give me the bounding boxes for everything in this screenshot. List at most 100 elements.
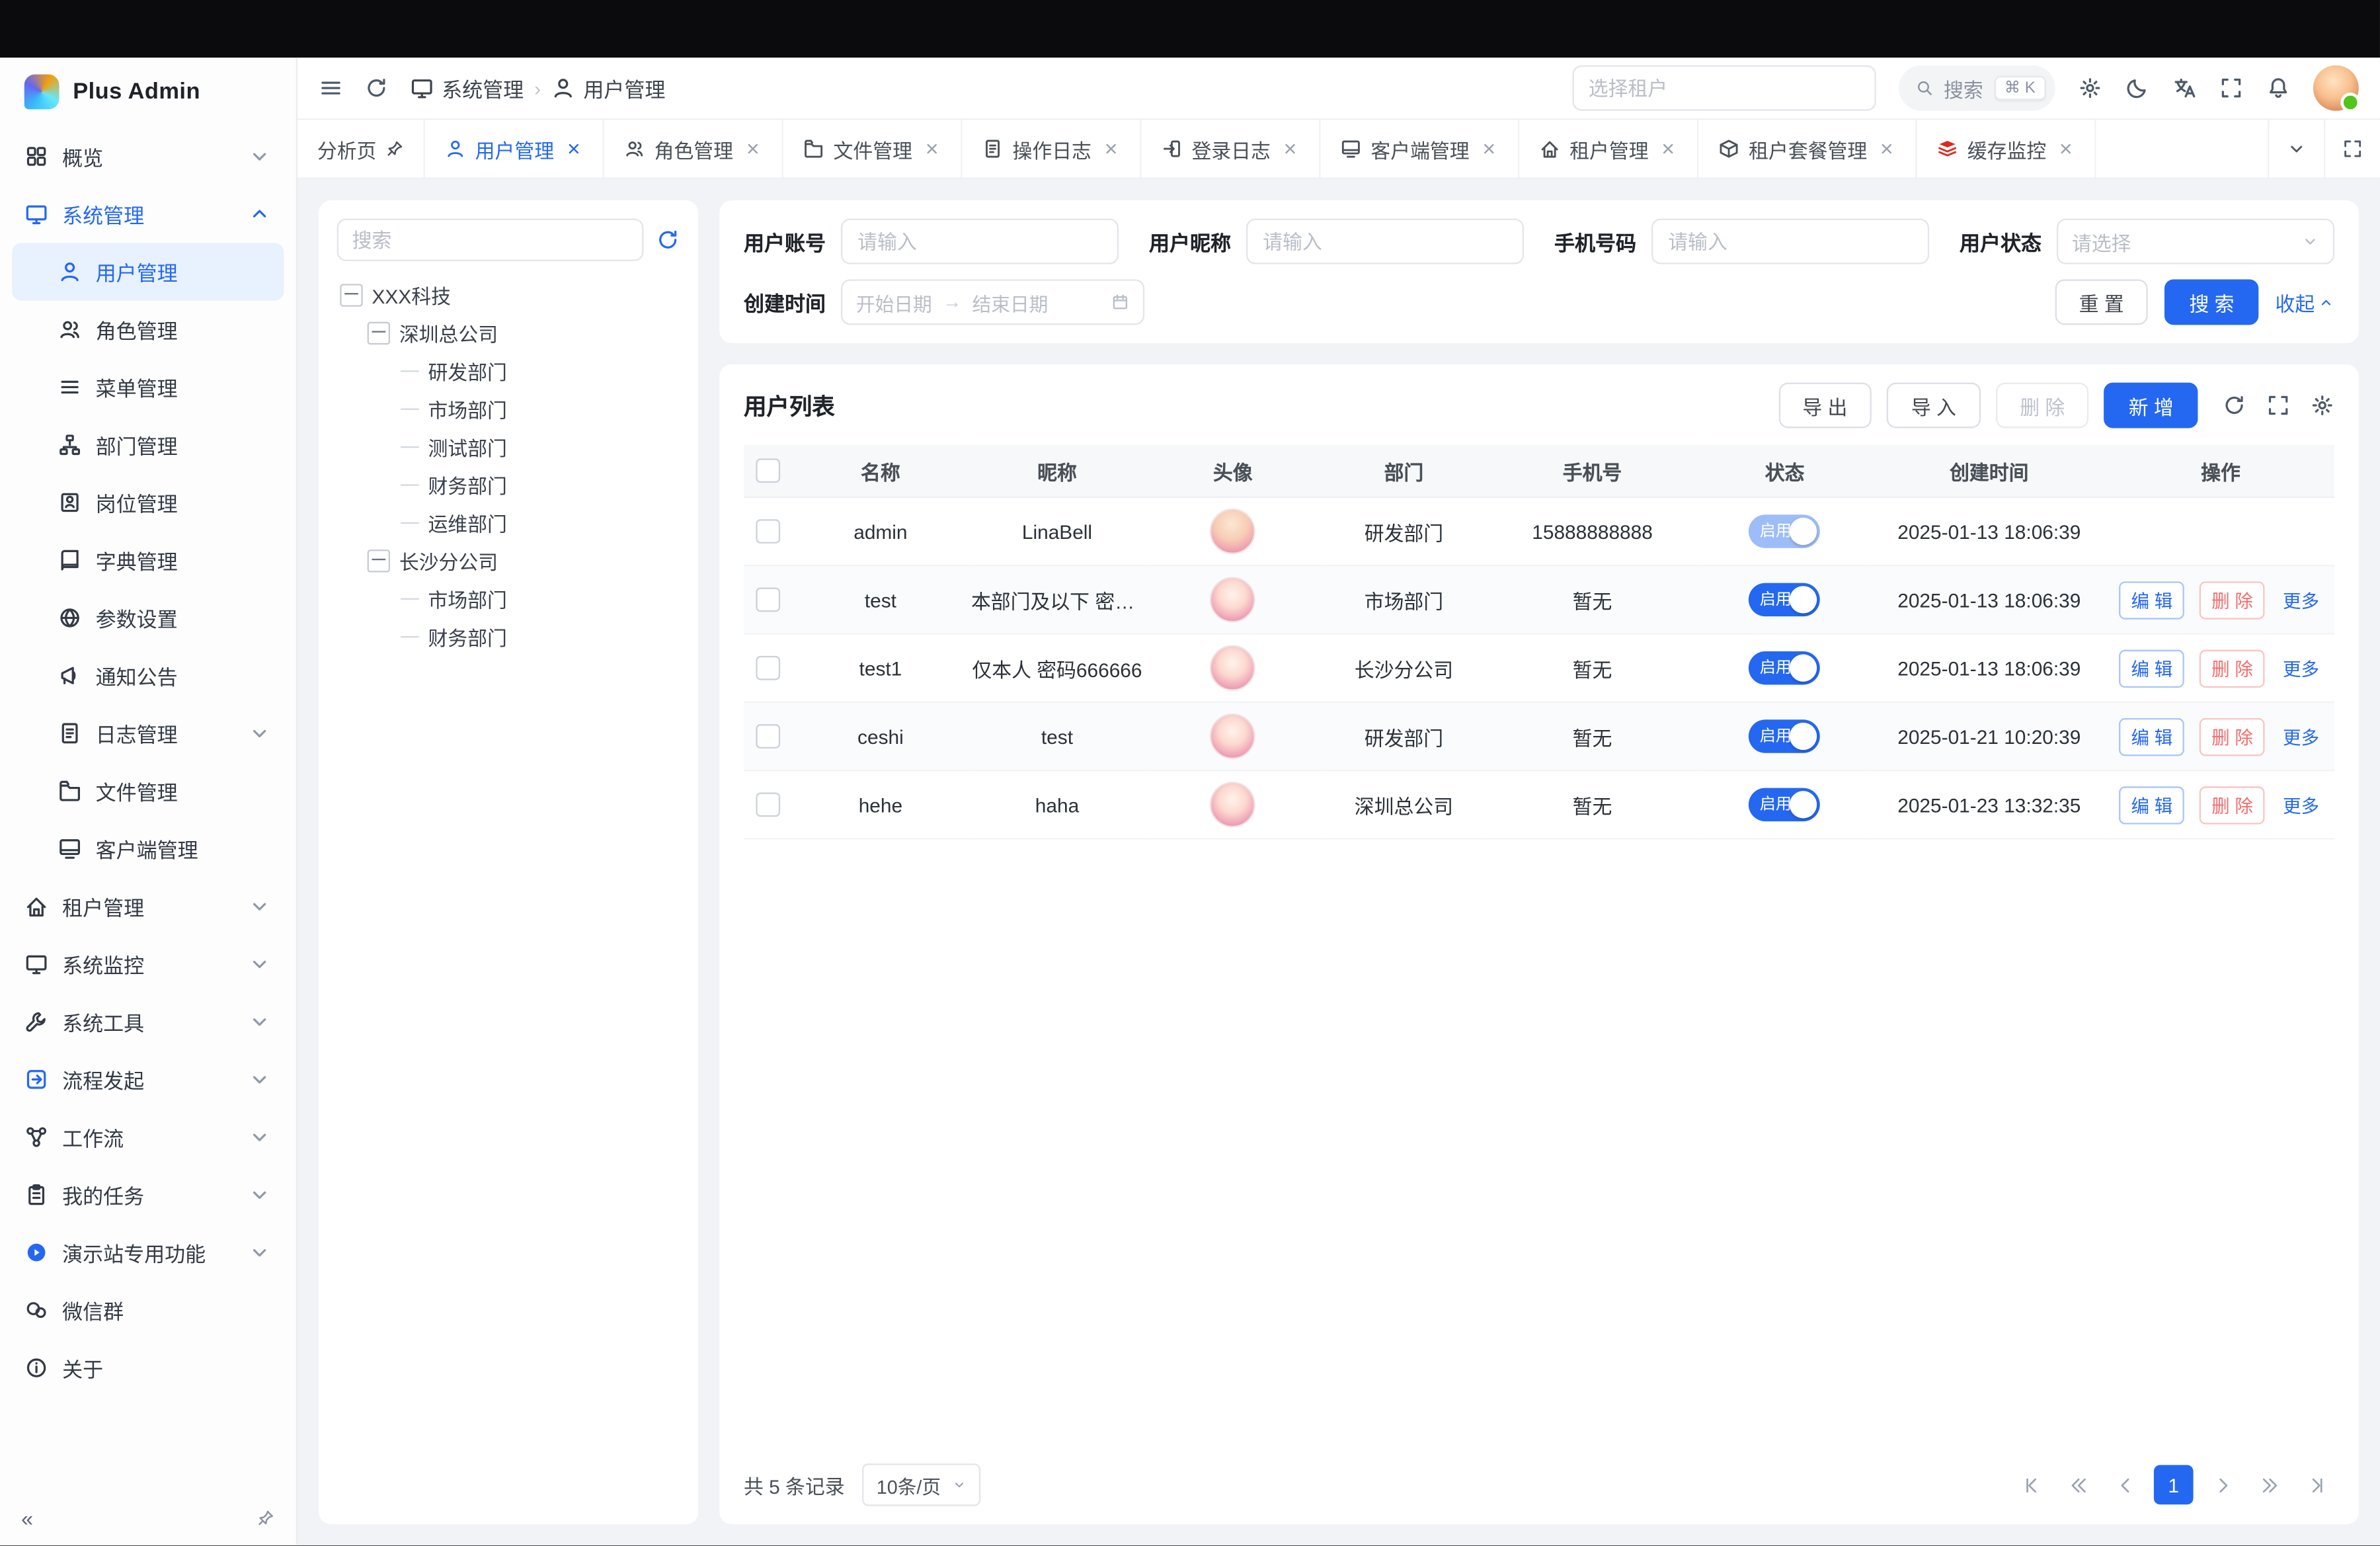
jump-forward-button[interactable] — [2251, 1467, 2287, 1503]
page-size-select[interactable]: 10条/页 — [863, 1463, 980, 1506]
close-tab-icon[interactable] — [744, 140, 762, 158]
next-page-button[interactable] — [2204, 1467, 2241, 1503]
date-range-picker[interactable]: 开始日期 → 结束日期 — [841, 279, 1144, 325]
table-row[interactable]: ceshi test 研发部门 暂无 启用 2025-01-21 10:20:3… — [744, 702, 2334, 770]
close-tab-icon[interactable] — [923, 140, 941, 158]
breadcrumb-item[interactable]: 系统管理 — [410, 73, 524, 103]
close-tab-icon[interactable] — [1659, 140, 1678, 158]
collapse-filters-link[interactable]: 收起 — [2276, 288, 2335, 317]
edit-button[interactable]: 编 辑 — [2119, 581, 2185, 618]
tab-file[interactable]: 文件管理 — [783, 120, 963, 177]
tab-cache[interactable]: 缓存监控 — [1917, 120, 2096, 177]
tree-node[interactable]: 运维部门 — [337, 504, 680, 542]
more-button[interactable]: 更多 — [2280, 787, 2322, 822]
settings-icon[interactable] — [2078, 76, 2102, 101]
fullscreen-icon[interactable] — [2219, 76, 2244, 101]
global-search-button[interactable]: 搜索 ⌘ K — [1898, 65, 2055, 111]
phone-input[interactable] — [1651, 219, 1929, 264]
tree-collapse-icon[interactable] — [368, 322, 390, 345]
sidebar-item-file[interactable]: 文件管理 — [12, 762, 284, 820]
sidebar-item-overview[interactable]: 概览 — [12, 128, 284, 185]
app-logo[interactable]: Plus Admin — [0, 58, 296, 124]
nickname-input[interactable] — [1246, 219, 1524, 264]
hamburger-icon[interactable] — [319, 76, 343, 101]
sidebar-item-param[interactable]: 参数设置 — [12, 589, 284, 647]
add-user-button[interactable]: 新 增 — [2104, 383, 2198, 428]
tab-tenant[interactable]: 租户管理 — [1519, 120, 1698, 177]
account-input[interactable] — [841, 219, 1119, 264]
table-row[interactable]: admin LinaBell 研发部门 15888888888 启用 2025-… — [744, 497, 2334, 565]
column-settings-icon[interactable] — [2310, 393, 2334, 418]
more-button[interactable]: 更多 — [2280, 582, 2322, 617]
current-page-button[interactable]: 1 — [2154, 1465, 2194, 1505]
sidebar-item-system[interactable]: 系统管理 — [12, 185, 284, 243]
status-toggle[interactable]: 启用 — [1749, 651, 1821, 685]
status-select[interactable]: 请选择 — [2057, 219, 2334, 264]
sidebar-item-role[interactable]: 角色管理 — [12, 301, 284, 358]
import-button[interactable]: 导 入 — [1887, 383, 1980, 428]
breadcrumb-item[interactable]: 用户管理 — [551, 73, 665, 103]
content-fullscreen-button[interactable] — [2324, 120, 2380, 177]
tree-refresh-icon[interactable] — [656, 227, 680, 252]
prev-page-button[interactable] — [2107, 1467, 2143, 1503]
tree-collapse-icon[interactable] — [340, 284, 362, 306]
pin-sidebar-icon[interactable] — [257, 1509, 275, 1527]
delete-button[interactable]: 删 除 — [2200, 649, 2266, 686]
tree-node[interactable]: 深圳总公司 — [337, 314, 680, 352]
tab-user[interactable]: 用户管理 — [425, 120, 604, 177]
more-button[interactable]: 更多 — [2280, 651, 2322, 686]
row-checkbox[interactable] — [756, 588, 780, 612]
tree-node[interactable]: 市场部门 — [337, 580, 680, 618]
close-tab-icon[interactable] — [1281, 140, 1300, 158]
status-toggle[interactable]: 启用 — [1749, 719, 1821, 753]
tab-analysis[interactable]: 分析页 — [298, 120, 425, 177]
edit-button[interactable]: 编 辑 — [2119, 649, 2185, 686]
edit-button[interactable]: 编 辑 — [2119, 717, 2185, 755]
close-tab-icon[interactable] — [1480, 140, 1499, 158]
first-page-button[interactable] — [2012, 1467, 2049, 1503]
refresh-page-icon[interactable] — [364, 76, 389, 101]
tree-node[interactable]: 测试部门 — [337, 428, 680, 466]
table-row[interactable]: test 本部门及以下 密码6... 市场部门 暂无 启用 2025-01-13… — [744, 565, 2334, 633]
sidebar-item-demo[interactable]: 演示站专用功能 — [12, 1223, 284, 1281]
sidebar-item-dict[interactable]: 字典管理 — [12, 532, 284, 589]
tree-node[interactable]: 长沙分公司 — [337, 542, 680, 580]
dark-mode-icon[interactable] — [2125, 76, 2149, 101]
sidebar-item-log[interactable]: 日志管理 — [12, 704, 284, 762]
tab-loginlog[interactable]: 登录日志 — [1142, 120, 1321, 177]
sidebar-item-mytask[interactable]: 我的任务 — [12, 1166, 284, 1223]
notifications-icon[interactable] — [2266, 76, 2291, 101]
sidebar-item-post[interactable]: 岗位管理 — [12, 473, 284, 531]
row-checkbox[interactable] — [756, 725, 780, 749]
edit-button[interactable]: 编 辑 — [2119, 786, 2185, 823]
tab-role[interactable]: 角色管理 — [604, 120, 783, 177]
sidebar-item-user[interactable]: 用户管理 — [12, 243, 284, 300]
tab-options-button[interactable] — [2268, 120, 2324, 177]
row-checkbox[interactable] — [756, 656, 780, 680]
more-button[interactable]: 更多 — [2280, 719, 2322, 754]
table-fullscreen-icon[interactable] — [2266, 393, 2291, 418]
tree-node[interactable]: 财务部门 — [337, 618, 680, 655]
sidebar-item-dept[interactable]: 部门管理 — [12, 416, 284, 473]
sidebar-item-sysmon[interactable]: 系统监控 — [12, 935, 284, 993]
tree-node[interactable]: 研发部门 — [337, 352, 680, 390]
tenant-select-input[interactable] — [1572, 65, 1876, 111]
sidebar-item-notice[interactable]: 通知公告 — [12, 647, 284, 704]
sidebar-item-systool[interactable]: 系统工具 — [12, 993, 284, 1051]
table-row[interactable]: test1 仅本人 密码666666 长沙分公司 暂无 启用 2025-01-1… — [744, 634, 2334, 702]
refresh-table-icon[interactable] — [2222, 393, 2246, 418]
collapse-sidebar-button[interactable]: « — [21, 1506, 33, 1531]
tab-oplog[interactable]: 操作日志 — [963, 120, 1142, 177]
last-page-button[interactable] — [2298, 1467, 2334, 1503]
user-avatar-button[interactable] — [2313, 65, 2359, 111]
batch-delete-button[interactable]: 删 除 — [1996, 383, 2089, 428]
tree-search-input[interactable] — [337, 219, 644, 261]
language-icon[interactable] — [2172, 76, 2196, 101]
status-toggle[interactable]: 启用 — [1749, 583, 1821, 617]
status-toggle[interactable]: 启用 — [1749, 788, 1821, 822]
delete-button[interactable]: 删 除 — [2200, 717, 2266, 755]
sidebar-item-menu[interactable]: 菜单管理 — [12, 358, 284, 416]
tab-tenant-package[interactable]: 租户套餐管理 — [1698, 120, 1917, 177]
sidebar-item-flowstart[interactable]: 流程发起 — [12, 1051, 284, 1108]
tree-node[interactable]: 市场部门 — [337, 390, 680, 428]
